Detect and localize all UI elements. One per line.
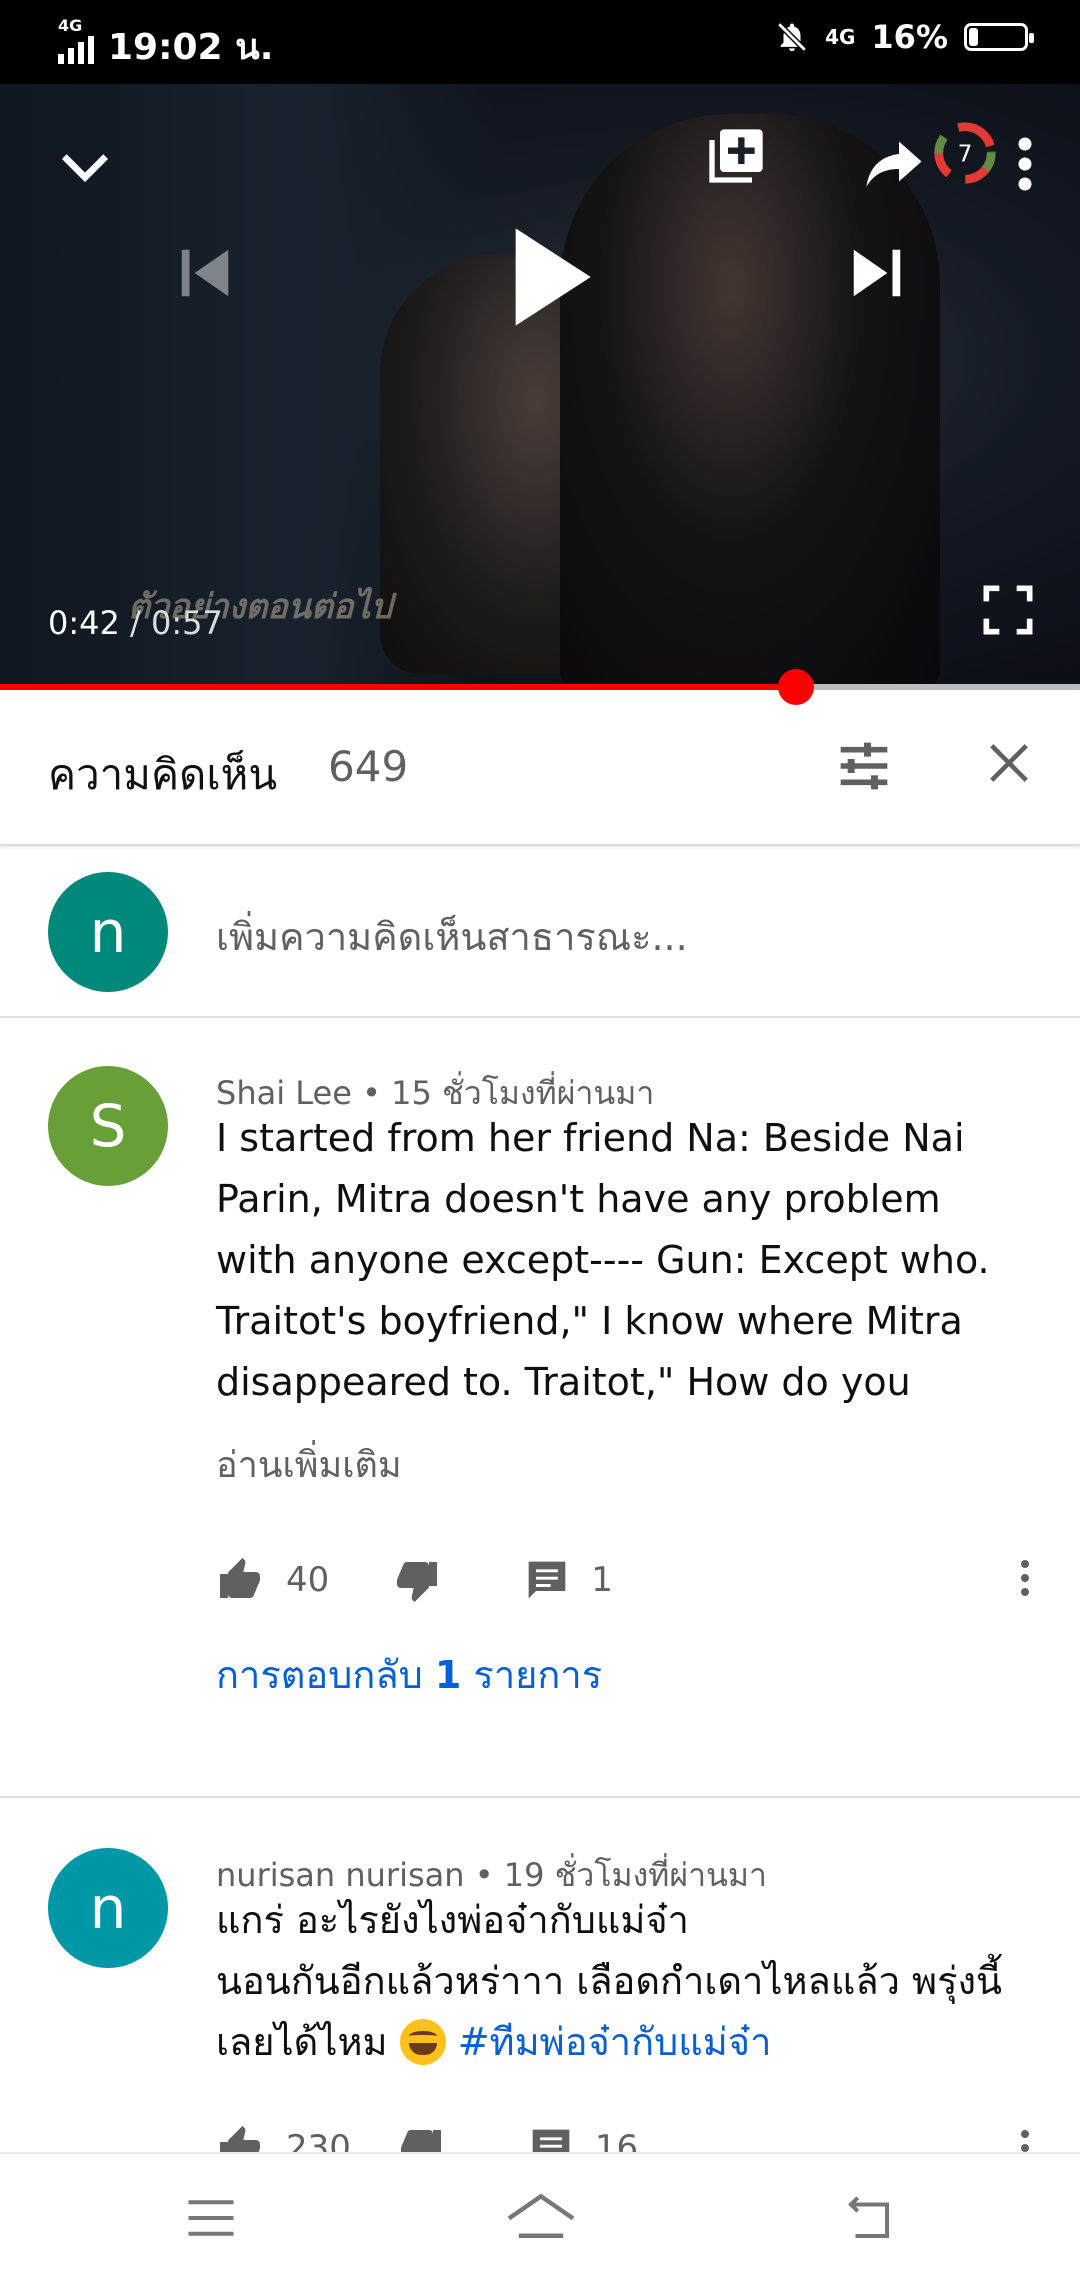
avatar: n bbox=[48, 872, 168, 992]
like-button[interactable]: 230 bbox=[216, 2124, 351, 2152]
comment-body: I started from her friend Na: Beside Nai… bbox=[216, 1108, 1046, 1413]
reply-button[interactable]: 16 bbox=[529, 2126, 638, 2152]
comment-input[interactable]: เพิ่มความคิดเห็นสาธารณะ... bbox=[216, 906, 688, 967]
close-icon[interactable] bbox=[986, 740, 1032, 786]
like-button[interactable]: 40 bbox=[216, 1556, 329, 1604]
avatar[interactable]: n bbox=[48, 1848, 168, 1968]
like-count: 40 bbox=[286, 1560, 330, 1600]
play-icon[interactable] bbox=[506, 224, 596, 330]
read-more-link[interactable]: อ่านเพิ่มเติม bbox=[216, 1436, 402, 1493]
avatar-letter: n bbox=[89, 1874, 127, 1942]
share-icon[interactable] bbox=[864, 136, 924, 192]
back-icon[interactable] bbox=[842, 2194, 896, 2242]
comment-more-icon[interactable] bbox=[1020, 2130, 1030, 2152]
comment-line: I started from her friend Na: Beside Nai bbox=[216, 1116, 965, 1160]
comments-title: ความคิดเห็น bbox=[48, 750, 278, 799]
add-to-playlist-icon[interactable] bbox=[704, 124, 768, 188]
battery-percent: 16% bbox=[871, 18, 948, 56]
video-player[interactable]: ตัวอย่างตอนต่อไป 7 0:42 / 0:57 bbox=[0, 84, 1080, 690]
video-duration: 0:57 bbox=[150, 604, 223, 642]
reply-button[interactable]: 1 bbox=[525, 1558, 613, 1602]
status-left: 4G 19:02 น. bbox=[58, 16, 274, 75]
dislike-button[interactable] bbox=[397, 2124, 445, 2152]
time-separator: / bbox=[119, 604, 151, 642]
comments-count: 649 bbox=[328, 742, 409, 791]
signal-icon: 4G bbox=[58, 16, 94, 64]
reply-count: 1 bbox=[591, 1560, 613, 1600]
comments-header: ความคิดเห็น 649 bbox=[0, 690, 1080, 846]
hashtag-link[interactable]: #ทีมพ่อจ๋ากับแม่จ๋า bbox=[458, 2020, 772, 2064]
comment-line: Traitot's boyfriend," I know where Mitra bbox=[216, 1299, 963, 1343]
more-vert-icon[interactable] bbox=[1010, 134, 1040, 194]
comment-author[interactable]: nurisan nurisan bbox=[216, 1856, 465, 1894]
comment-line: นอนกันอีกแล้วหร่าาา เลือดกำเดาไหลแล้ว พร… bbox=[216, 1959, 1003, 2003]
comment-line: disappeared to. Traitot," How do you bbox=[216, 1360, 911, 1404]
comment-item: S Shai Lee • 15 ชั่วโมงที่ผ่านมา I start… bbox=[0, 1018, 1080, 1798]
comment-line: Parin, Mitra doesn't have any problem bbox=[216, 1177, 941, 1221]
comment-more-icon[interactable] bbox=[1020, 1560, 1030, 1602]
reply-count: 16 bbox=[594, 2128, 639, 2152]
comment-time: 19 ชั่วโมงที่ผ่านมา bbox=[503, 1856, 767, 1894]
avatar[interactable]: S bbox=[48, 1066, 168, 1186]
chevron-down-icon[interactable] bbox=[54, 136, 116, 198]
channel-logo-icon: 7 bbox=[934, 122, 996, 184]
battery-icon bbox=[964, 23, 1034, 51]
comment-text: เลยได้ไหม bbox=[216, 2020, 400, 2064]
like-count: 230 bbox=[286, 2128, 351, 2152]
status-right: 4G 16% bbox=[775, 18, 1034, 56]
laughing-emoji-icon bbox=[399, 2019, 446, 2065]
comment-author[interactable]: Shai Lee bbox=[216, 1074, 352, 1112]
comment-actions: 230 16 bbox=[216, 2118, 638, 2152]
svg-text:7: 7 bbox=[958, 140, 973, 168]
replies-number: 1 bbox=[434, 1653, 462, 1697]
comment-line: with anyone except---- Gun: Except who. bbox=[216, 1238, 990, 1282]
clock: 19:02 น. bbox=[108, 27, 274, 68]
thumb-down-icon bbox=[397, 1562, 438, 1602]
comment-item: n nurisan nurisan • 19 ชั่วโมงที่ผ่านมา … bbox=[0, 1798, 1080, 2152]
thumb-up-icon bbox=[220, 2126, 260, 2152]
comment-icon bbox=[532, 2129, 570, 2152]
comment-body: แกร่ อะไรยังไงพ่อจ๋ากับแม่จ๋า นอนกันอีกแ… bbox=[216, 1890, 1056, 2073]
sort-icon[interactable] bbox=[836, 738, 892, 794]
network-type-label: 4G bbox=[58, 15, 83, 35]
thumb-down-icon bbox=[400, 2130, 441, 2152]
dislike-button[interactable] bbox=[393, 1556, 441, 1604]
next-icon[interactable] bbox=[846, 242, 908, 304]
comment-icon bbox=[528, 1561, 566, 1599]
network-type-right: 4G bbox=[825, 25, 856, 49]
comment-time: 15 ชั่วโมงที่ผ่านมา bbox=[391, 1074, 655, 1112]
status-bar: 4G 19:02 น. 4G 16% bbox=[0, 0, 1080, 84]
previous-icon[interactable] bbox=[174, 242, 236, 304]
view-replies-link[interactable]: การตอบกลับ 1 รายการ bbox=[216, 1644, 602, 1705]
system-nav-bar bbox=[0, 2152, 1080, 2282]
menu-icon[interactable] bbox=[184, 2194, 238, 2242]
battery-fill bbox=[969, 28, 978, 46]
home-icon[interactable] bbox=[504, 2188, 578, 2244]
replies-suffix: รายการ bbox=[461, 1653, 603, 1697]
comment-line: แกร่ อะไรยังไงพ่อจ๋ากับแม่จ๋า bbox=[216, 1898, 689, 1942]
mute-bell-icon bbox=[777, 22, 807, 52]
avatar-letter: S bbox=[89, 1092, 127, 1160]
replies-prefix: การตอบกลับ bbox=[216, 1653, 435, 1697]
thumb-up-icon bbox=[220, 1558, 260, 1598]
current-time: 0:42 bbox=[48, 604, 120, 642]
comment-line: เลยได้ไหม #ทีมพ่อจ๋ากับแม่จ๋า bbox=[216, 2012, 1056, 2073]
comment-actions: 40 1 bbox=[216, 1550, 613, 1610]
fullscreen-icon[interactable] bbox=[982, 584, 1034, 636]
comment-compose[interactable]: n เพิ่มความคิดเห็นสาธารณะ... bbox=[0, 846, 1080, 1018]
playback-time: 0:42 / 0:57 bbox=[48, 604, 223, 642]
